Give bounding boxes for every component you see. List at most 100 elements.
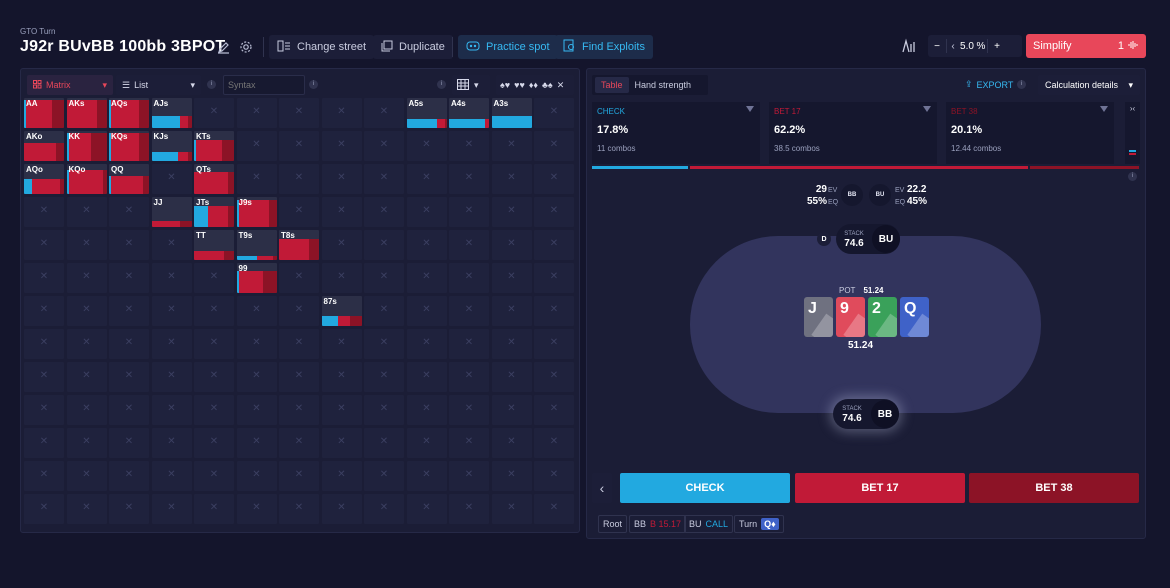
calculation-details-dropdown[interactable]: Calculation details ▾ — [1038, 75, 1140, 95]
hand-cell[interactable] — [321, 131, 362, 161]
hand-cell[interactable] — [109, 296, 149, 326]
hand-cell[interactable] — [194, 329, 234, 359]
hand-cell[interactable] — [66, 461, 107, 491]
view-list-dropdown[interactable]: ☰ List ▾ — [116, 75, 201, 95]
hand-cell[interactable] — [364, 329, 404, 359]
hand-cell[interactable] — [321, 164, 362, 194]
hand-cell[interactable]: JJ — [151, 197, 192, 227]
hand-cell[interactable] — [449, 197, 489, 227]
hand-cell[interactable] — [236, 131, 277, 161]
hand-cell[interactable] — [66, 362, 107, 392]
hand-cell[interactable] — [236, 98, 277, 128]
hand-cell[interactable] — [24, 362, 64, 392]
history-root[interactable]: Root — [598, 515, 628, 533]
hand-cell[interactable] — [534, 263, 574, 293]
hand-cell[interactable]: T8s — [279, 230, 319, 260]
hand-cell[interactable] — [321, 263, 362, 293]
hand-cell[interactable]: A4s — [449, 98, 489, 128]
seat-top[interactable]: STACK 74.6 BU — [836, 224, 900, 254]
expand-columns-toggle[interactable]: ›‹ — [1125, 102, 1140, 164]
hand-cell[interactable] — [364, 494, 404, 524]
hand-cell[interactable] — [151, 263, 192, 293]
hand-cell[interactable] — [279, 98, 319, 128]
hand-cell[interactable]: KTs — [194, 131, 234, 161]
hand-cell[interactable] — [449, 428, 489, 458]
hand-cell[interactable] — [279, 428, 319, 458]
hand-cell[interactable]: 87s — [321, 296, 362, 326]
bet-17-button[interactable]: BET 17 — [795, 473, 965, 503]
hand-cell[interactable] — [279, 329, 319, 359]
hand-cell[interactable]: 99 — [236, 263, 277, 293]
hand-cell[interactable] — [364, 428, 404, 458]
hand-cell[interactable] — [491, 164, 532, 194]
hand-cell[interactable] — [236, 329, 277, 359]
hand-cell[interactable] — [279, 263, 319, 293]
hand-cell[interactable] — [449, 296, 489, 326]
hand-cell[interactable] — [491, 362, 532, 392]
hand-cell[interactable] — [66, 296, 107, 326]
hand-cell[interactable] — [449, 494, 489, 524]
hand-cell[interactable] — [406, 329, 447, 359]
hand-cell[interactable]: T9s — [236, 230, 277, 260]
hand-cell[interactable] — [406, 263, 447, 293]
hand-cell[interactable] — [534, 461, 574, 491]
hand-cell[interactable] — [194, 296, 234, 326]
hand-cell[interactable] — [66, 494, 107, 524]
simplify-step-control[interactable]: − ‹ 5.0 % + — [928, 35, 1022, 57]
info-icon[interactable]: i — [1128, 172, 1137, 181]
hand-cell[interactable]: JTs — [194, 197, 234, 227]
hand-cell[interactable] — [24, 329, 64, 359]
hand-cell[interactable] — [151, 428, 192, 458]
hand-cell[interactable] — [24, 494, 64, 524]
hand-cell[interactable] — [364, 296, 404, 326]
hand-cell[interactable] — [24, 230, 64, 260]
hand-cell[interactable] — [364, 362, 404, 392]
hand-cell[interactable] — [236, 428, 277, 458]
hand-cell[interactable] — [109, 263, 149, 293]
hand-cell[interactable] — [491, 230, 532, 260]
hand-cell[interactable] — [406, 494, 447, 524]
hand-cell[interactable] — [236, 395, 277, 425]
hand-cell[interactable] — [321, 329, 362, 359]
hand-cell[interactable] — [194, 395, 234, 425]
action-column[interactable]: BET 17 62.2% 38.5 combos — [769, 102, 937, 164]
chevron-left-icon[interactable]: ‹ — [947, 41, 959, 52]
hand-cell[interactable] — [109, 494, 149, 524]
filter-icon[interactable] — [746, 106, 754, 112]
hand-cell[interactable] — [194, 263, 234, 293]
hand-cell[interactable] — [321, 395, 362, 425]
hand-cell[interactable] — [321, 197, 362, 227]
settings-gear-icon[interactable] — [237, 38, 255, 56]
syntax-input[interactable] — [223, 75, 305, 95]
layout-dropdown[interactable]: ▾ — [452, 75, 490, 95]
hand-cell[interactable] — [449, 230, 489, 260]
hand-cell[interactable] — [279, 362, 319, 392]
hand-cell[interactable] — [321, 494, 362, 524]
hand-cell[interactable]: KQo — [66, 164, 107, 194]
hand-cell[interactable] — [449, 164, 489, 194]
hand-cell[interactable] — [534, 230, 574, 260]
hand-cell[interactable] — [66, 395, 107, 425]
hand-cell[interactable] — [449, 395, 489, 425]
hand-cell[interactable] — [534, 362, 574, 392]
hand-cell[interactable] — [491, 263, 532, 293]
history-turn[interactable]: Turn Q♦ — [734, 515, 784, 533]
hand-cell[interactable] — [364, 230, 404, 260]
suit-filter[interactable]: ♠♥ ♥♥ ♦♦ ♣♠ ✕ — [496, 75, 574, 95]
view-matrix-dropdown[interactable]: Matrix ▾ — [27, 75, 113, 95]
hand-cell[interactable] — [151, 362, 192, 392]
hand-cell[interactable] — [279, 461, 319, 491]
hand-cell[interactable] — [66, 197, 107, 227]
hand-cell[interactable] — [364, 263, 404, 293]
hand-cell[interactable] — [364, 131, 404, 161]
info-icon[interactable]: i — [1017, 80, 1026, 89]
step-value[interactable]: 5.0 — [959, 41, 975, 52]
hand-cell[interactable] — [24, 296, 64, 326]
hand-cell[interactable] — [534, 395, 574, 425]
hand-cell[interactable] — [406, 131, 447, 161]
hand-cell[interactable] — [279, 131, 319, 161]
hand-cell[interactable]: QTs — [194, 164, 234, 194]
hand-cell[interactable] — [24, 395, 64, 425]
hand-cell[interactable] — [151, 395, 192, 425]
hand-cell[interactable] — [109, 428, 149, 458]
